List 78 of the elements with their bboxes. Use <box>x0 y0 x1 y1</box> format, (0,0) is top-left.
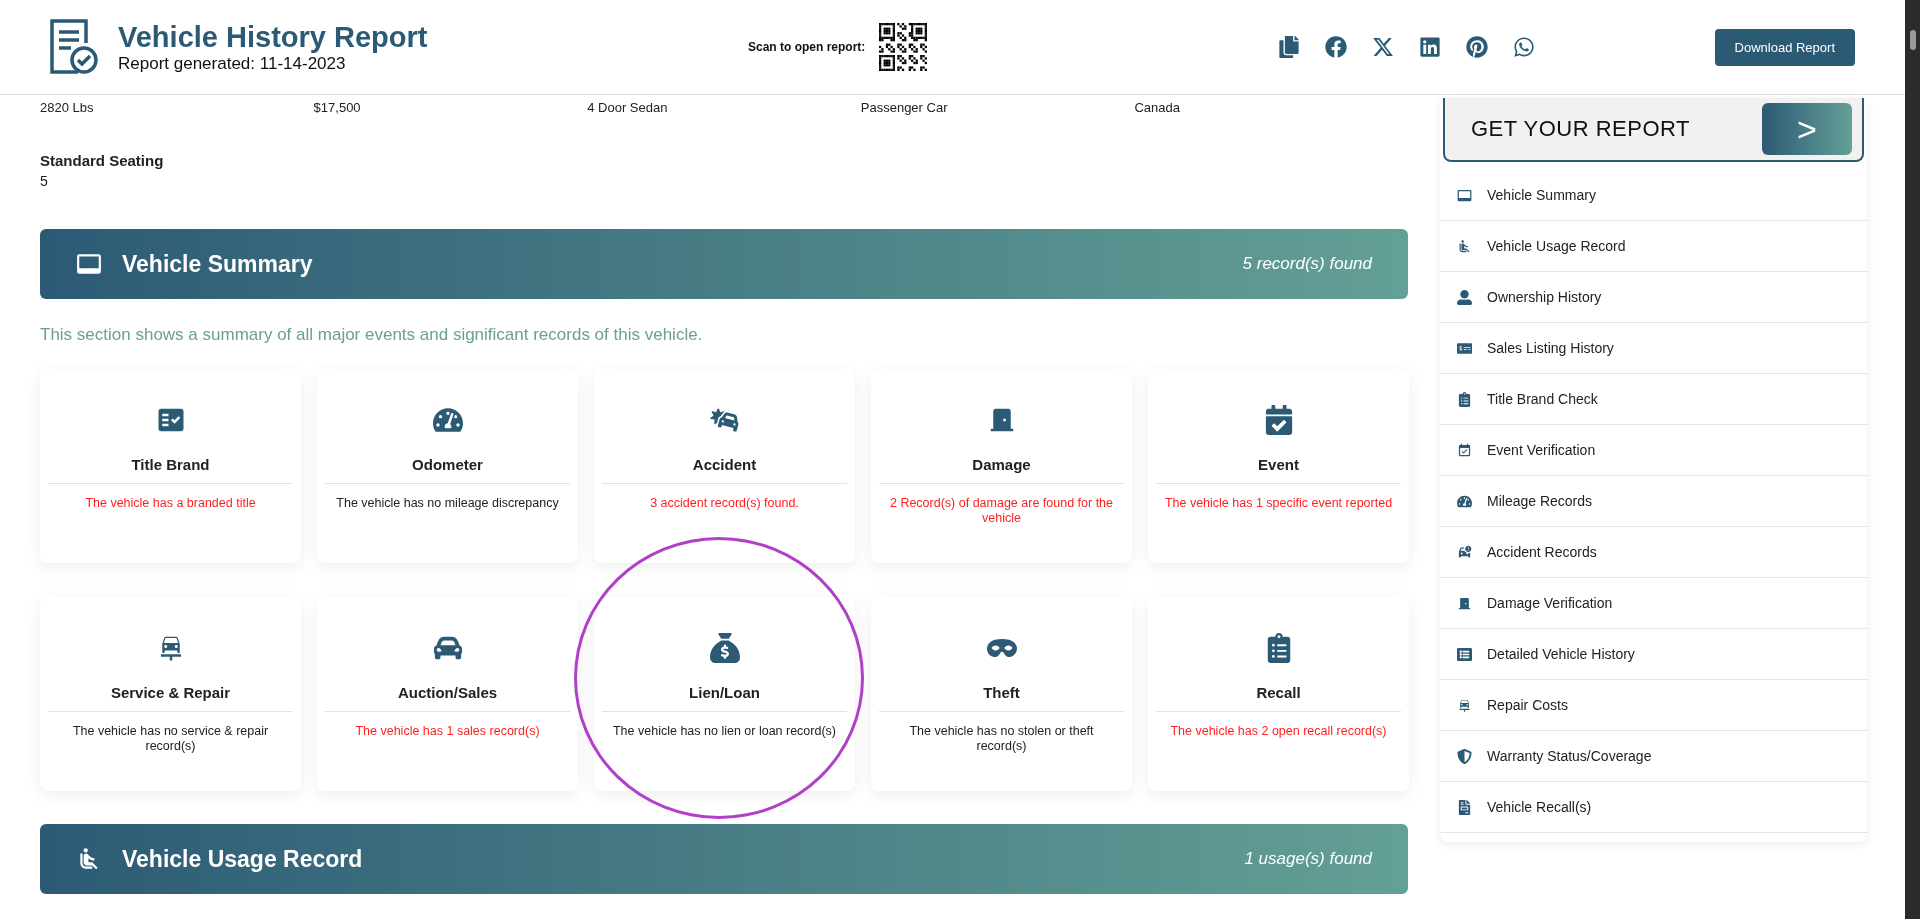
record-count: 5 record(s) found <box>1242 254 1372 274</box>
card-status: The vehicle has no lien or loan record(s) <box>612 724 837 739</box>
card-status: The vehicle has 1 sales record(s) <box>354 724 541 739</box>
sidebar-item[interactable]: Ownership History <box>1440 272 1867 323</box>
spec-value: Passenger Car <box>860 101 949 115</box>
card-title: Damage <box>879 456 1124 484</box>
sidebar-item[interactable]: Title Brand Check <box>1440 374 1867 425</box>
report-check-icon <box>48 18 100 76</box>
item-icon <box>1457 391 1472 407</box>
item-icon <box>1457 187 1472 203</box>
scrollbar[interactable] <box>1905 0 1920 919</box>
download-report-button[interactable]: Download Report <box>1714 28 1855 66</box>
card-icon <box>432 405 463 435</box>
spec-value: 4 Door Sedan <box>587 101 669 115</box>
card-title: Lien/Loan <box>602 684 847 712</box>
item-icon <box>1457 340 1472 356</box>
item-icon <box>1457 748 1472 764</box>
item-icon <box>1457 646 1472 662</box>
sidebar-item[interactable]: Vehicle Recall(s) <box>1440 782 1867 833</box>
card-title: Auction/Sales <box>325 684 570 712</box>
facebook-icon[interactable] <box>1325 36 1347 58</box>
card-status: 2 Record(s) of damage are found for the vehicle <box>888 496 1114 526</box>
item-icon <box>1457 697 1472 713</box>
seating-value: 5 <box>40 173 49 189</box>
copy-icon[interactable] <box>1278 36 1300 58</box>
card-title: Recall <box>1156 684 1401 712</box>
usage-count: 1 usage(s) found <box>1244 849 1372 869</box>
item-icon <box>1457 544 1472 560</box>
card-title: Title Brand <box>48 456 293 484</box>
card-title: Odometer <box>325 456 570 484</box>
card-status: The vehicle has a branded title <box>84 496 257 511</box>
spec-value: $17,500 <box>313 101 362 115</box>
sidebar-item[interactable]: Damage Verification <box>1440 578 1867 629</box>
sidebar-item[interactable]: Vehicle Summary <box>1440 170 1867 221</box>
whatsapp-icon[interactable] <box>1513 36 1535 58</box>
card-status: The vehicle has 2 open recall record(s) <box>1169 724 1388 739</box>
item-icon <box>1457 238 1472 254</box>
spec-value: Canada <box>1134 101 1181 115</box>
card-icon <box>709 633 740 663</box>
item-icon <box>1457 289 1472 305</box>
card-title: Accident <box>602 456 847 484</box>
sidebar-item[interactable]: Sales Listing History <box>1440 323 1867 374</box>
card-status: 3 accident record(s) found. <box>649 496 800 511</box>
x-icon[interactable] <box>1372 36 1394 58</box>
card-status: The vehicle has no service & repair record(s) <box>71 724 270 754</box>
sidebar-item[interactable]: Vehicle Usage Record <box>1440 221 1867 272</box>
card-title: Service & Repair <box>48 684 293 712</box>
item-icon <box>1457 799 1472 815</box>
card-status: The vehicle has no stolen or theft record(s) <box>908 724 1095 754</box>
section-title: Vehicle Usage Record <box>122 845 363 873</box>
next-button[interactable]: > <box>1762 103 1852 155</box>
item-icon <box>1457 595 1472 611</box>
item-icon <box>1457 493 1472 509</box>
card-title: Theft <box>879 684 1124 712</box>
sidebar-item[interactable]: Warranty Status/Coverage <box>1440 731 1867 782</box>
qr-code <box>879 23 928 71</box>
card-status: The vehicle has no mileage discrepancy <box>335 496 560 511</box>
card-icon <box>709 405 740 435</box>
report-date: Report generated: 11-14-2023 <box>118 54 347 74</box>
sidebar-item[interactable]: Accident Records <box>1440 527 1867 578</box>
card-title: Event <box>1156 456 1401 484</box>
spec-value: 2820 Lbs <box>40 101 95 115</box>
item-icon <box>1457 442 1472 458</box>
section-title: Vehicle Summary <box>122 250 313 278</box>
cta-text: GET YOUR REPORT <box>1471 116 1690 142</box>
sidebar-item[interactable]: Repair Costs <box>1440 680 1867 731</box>
linkedin-icon[interactable] <box>1419 36 1441 58</box>
pinterest-icon[interactable] <box>1466 36 1488 58</box>
section-description: This section shows a summary of all major events and significant records of this vehicle. <box>40 325 704 345</box>
card-status: The vehicle has 1 specific event reported <box>1163 496 1394 511</box>
sidebar-item[interactable]: Event Verification <box>1440 425 1867 476</box>
sidebar-item[interactable]: Mileage Records <box>1440 476 1867 527</box>
seating-label: Standard Seating <box>40 152 165 169</box>
label-icon <box>76 251 102 277</box>
card-icon <box>1263 405 1294 435</box>
sidebar-item[interactable]: Detailed Vehicle History <box>1440 629 1867 680</box>
qr-label: Scan to open report: <box>748 40 866 54</box>
report-title: Vehicle History Report <box>118 20 428 54</box>
